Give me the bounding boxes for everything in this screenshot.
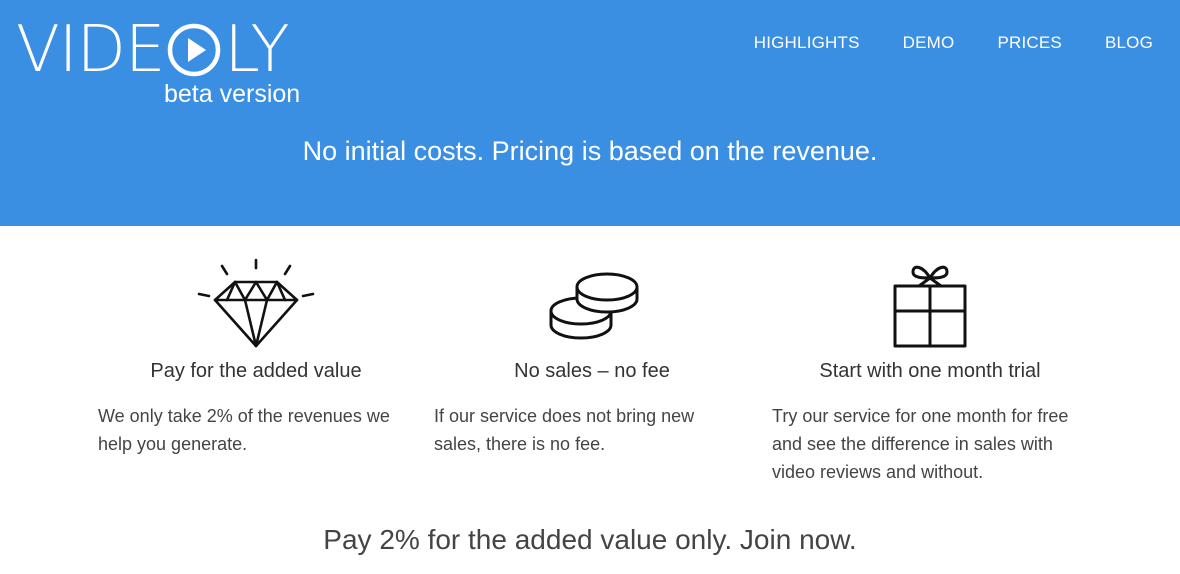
gift-icon bbox=[893, 265, 967, 348]
feature-title: Pay for the added value bbox=[150, 360, 362, 382]
logo[interactable]: VIDE LY beta version bbox=[16, 14, 316, 114]
nav-item-highlights[interactable]: HIGHLIGHTS bbox=[754, 33, 860, 53]
logo-subtitle: beta version bbox=[164, 80, 301, 108]
hero-tagline: No initial costs. Pricing is based on th… bbox=[302, 136, 878, 166]
feature-text: If our service does not bring new sales,… bbox=[434, 406, 695, 454]
nav-item-blog[interactable]: BLOG bbox=[1105, 33, 1153, 53]
cta-text: Pay 2% for the added value only. Join no… bbox=[323, 524, 857, 555]
logo-text-left: VIDE bbox=[16, 13, 165, 87]
feature-title: No sales – no fee bbox=[514, 360, 670, 382]
coins-icon bbox=[549, 272, 639, 340]
feature-text: Try our service for one month for free a… bbox=[772, 406, 1069, 482]
feature-title: Start with one month trial bbox=[819, 360, 1041, 382]
feature-text: We only take 2% of the revenues we help … bbox=[98, 406, 390, 454]
diamond-icon bbox=[197, 258, 315, 348]
hero-banner: VIDE LY beta version HIGHLIGHTS DEMO PRI… bbox=[0, 0, 1180, 226]
nav-item-prices[interactable]: PRICES bbox=[997, 33, 1062, 53]
play-circle-icon bbox=[168, 23, 221, 77]
logo-text-right: LY bbox=[224, 13, 289, 87]
logo-wordmark: VIDE LY bbox=[16, 13, 290, 87]
nav-item-demo[interactable]: DEMO bbox=[903, 33, 955, 53]
main-nav: HIGHLIGHTS DEMO PRICES BLOG bbox=[711, 33, 1153, 53]
